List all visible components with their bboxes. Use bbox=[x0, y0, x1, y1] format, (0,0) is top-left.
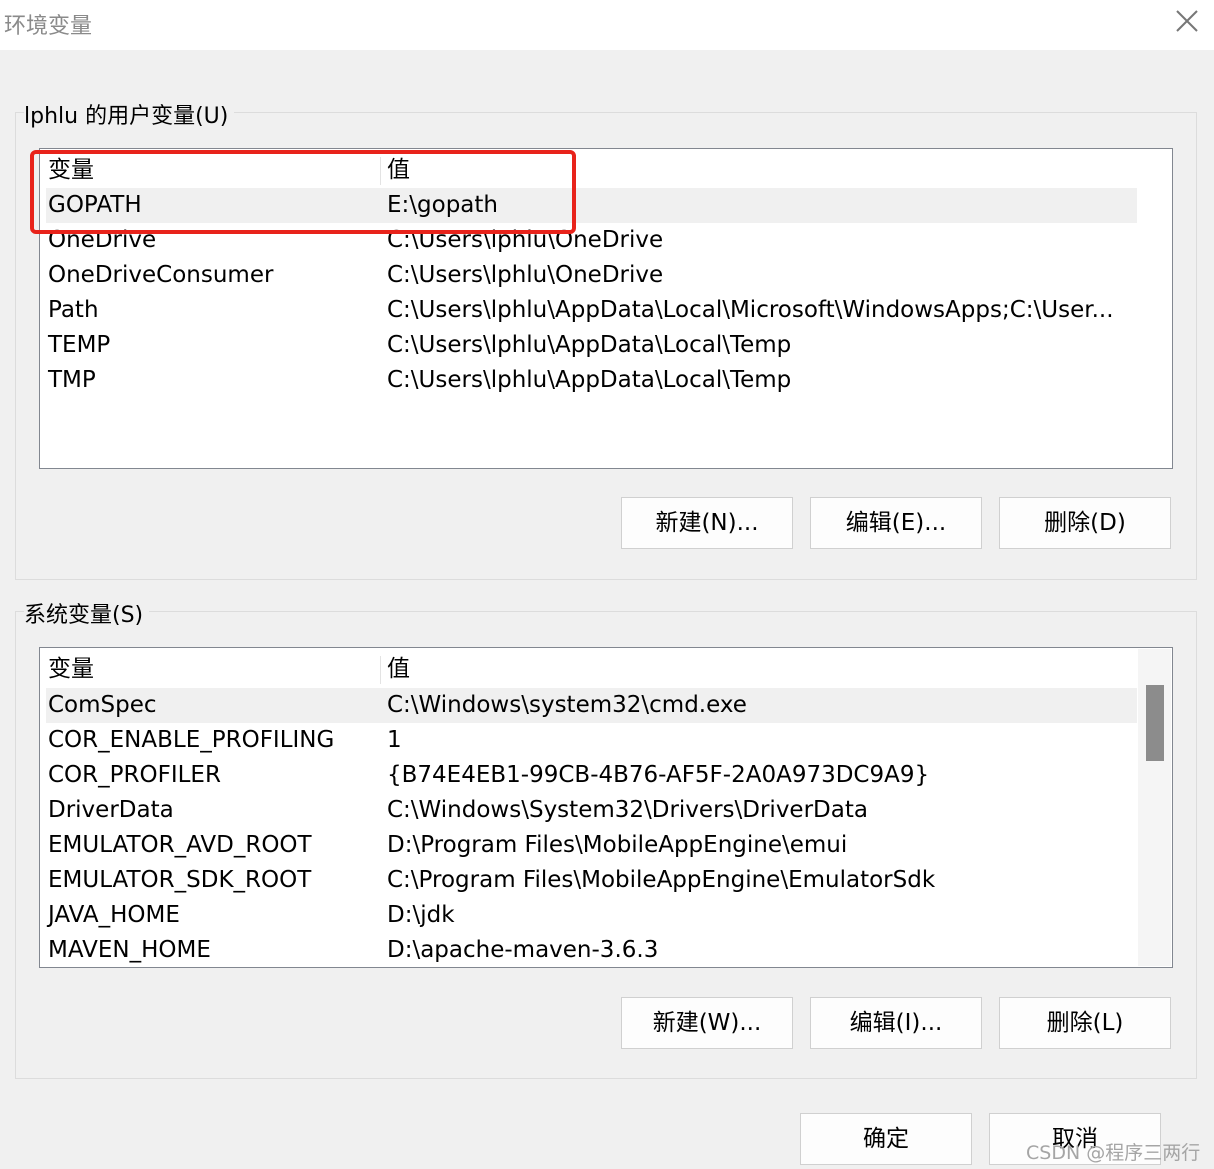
table-row[interactable]: EMULATOR_SDK_ROOT C:\Program Files\Mobil… bbox=[46, 863, 1137, 898]
table-row[interactable]: COR_ENABLE_PROFILING 1 bbox=[46, 723, 1137, 758]
table-row[interactable]: GOPATH E:\gopath bbox=[46, 188, 1137, 223]
table-row[interactable]: TMP C:\Users\lphlu\AppData\Local\Temp bbox=[46, 363, 1137, 398]
var-name: OneDriveConsumer bbox=[48, 262, 274, 288]
var-name: TMP bbox=[48, 367, 96, 393]
var-name: EMULATOR_SDK_ROOT bbox=[48, 867, 312, 893]
var-name: Path bbox=[48, 297, 99, 323]
table-row[interactable]: OneDriveConsumer C:\Users\lphlu\OneDrive bbox=[46, 258, 1137, 293]
table-row[interactable]: EMULATOR_AVD_ROOT D:\Program Files\Mobil… bbox=[46, 828, 1137, 863]
var-value: {B74E4EB1-99CB-4B76-AF5F-2A0A973DC9A9} bbox=[387, 762, 930, 788]
var-name: OneDrive bbox=[48, 227, 157, 253]
system-vars-label: 系统变量(S) bbox=[24, 597, 150, 629]
user-edit-button[interactable]: 编辑(E)... bbox=[810, 497, 982, 549]
var-name: TEMP bbox=[48, 332, 111, 358]
ok-button[interactable]: 确定 bbox=[800, 1113, 972, 1165]
table-row[interactable]: DriverData C:\Windows\System32\Drivers\D… bbox=[46, 793, 1137, 828]
list-header[interactable]: 变量 值 bbox=[46, 652, 1137, 687]
user-vars-label: lphlu 的用户变量(U) bbox=[24, 98, 235, 130]
var-value: D:\apache-maven-3.6.3 bbox=[387, 937, 659, 963]
system-delete-button[interactable]: 删除(L) bbox=[999, 997, 1171, 1049]
column-divider[interactable] bbox=[380, 157, 381, 185]
column-divider[interactable] bbox=[380, 656, 381, 684]
system-edit-button[interactable]: 编辑(I)... bbox=[810, 997, 982, 1049]
user-vars-list[interactable]: 变量 值 GOPATH E:\gopath OneDrive C:\Users\… bbox=[39, 148, 1173, 469]
var-value: C:\Windows\System32\Drivers\DriverData bbox=[387, 797, 868, 823]
user-new-button[interactable]: 新建(N)... bbox=[621, 497, 793, 549]
vertical-scrollbar[interactable] bbox=[1138, 649, 1171, 966]
table-row[interactable]: JAVA_HOME D:\jdk bbox=[46, 898, 1137, 933]
var-name: GOPATH bbox=[48, 192, 142, 218]
system-new-button[interactable]: 新建(W)... bbox=[621, 997, 793, 1049]
table-row[interactable]: MAVEN_HOME D:\apache-maven-3.6.3 bbox=[46, 933, 1137, 967]
var-value: C:\Windows\system32\cmd.exe bbox=[387, 692, 747, 718]
var-name: COR_ENABLE_PROFILING bbox=[48, 727, 335, 753]
column-header-value[interactable]: 值 bbox=[387, 652, 410, 687]
var-name: ComSpec bbox=[48, 692, 157, 718]
var-name: JAVA_HOME bbox=[48, 902, 180, 928]
var-value: 1 bbox=[387, 727, 402, 753]
var-name: COR_PROFILER bbox=[48, 762, 221, 788]
var-value: C:\Program Files\MobileAppEngine\Emulato… bbox=[387, 867, 936, 893]
var-value: C:\Users\lphlu\OneDrive bbox=[387, 262, 664, 288]
scrollbar-thumb[interactable] bbox=[1146, 685, 1164, 761]
var-value: C:\Users\lphlu\AppData\Local\Temp bbox=[387, 332, 792, 358]
system-vars-list[interactable]: 变量 值 ComSpec C:\Windows\system32\cmd.exe… bbox=[39, 647, 1173, 968]
table-row[interactable]: COR_PROFILER {B74E4EB1-99CB-4B76-AF5F-2A… bbox=[46, 758, 1137, 793]
var-name: DriverData bbox=[48, 797, 174, 823]
table-row[interactable]: ComSpec C:\Windows\system32\cmd.exe bbox=[46, 688, 1137, 723]
column-header-name[interactable]: 变量 bbox=[48, 652, 94, 687]
var-value: C:\Users\lphlu\AppData\Local\Microsoft\W… bbox=[387, 297, 1114, 323]
var-value: D:\jdk bbox=[387, 902, 455, 928]
table-row[interactable]: OneDrive C:\Users\lphlu\OneDrive bbox=[46, 223, 1137, 258]
var-value: C:\Users\lphlu\OneDrive bbox=[387, 227, 664, 253]
var-value: E:\gopath bbox=[387, 192, 498, 218]
var-name: EMULATOR_AVD_ROOT bbox=[48, 832, 312, 858]
window-title: 环境变量 bbox=[4, 14, 93, 39]
var-name: MAVEN_HOME bbox=[48, 937, 211, 963]
list-header[interactable]: 变量 值 bbox=[46, 153, 1137, 188]
table-row[interactable]: TEMP C:\Users\lphlu\AppData\Local\Temp bbox=[46, 328, 1137, 363]
table-row[interactable]: Path C:\Users\lphlu\AppData\Local\Micros… bbox=[46, 293, 1137, 328]
column-header-value[interactable]: 值 bbox=[387, 153, 410, 188]
close-icon[interactable] bbox=[1174, 8, 1200, 34]
user-delete-button[interactable]: 删除(D) bbox=[999, 497, 1171, 549]
watermark: CSDN @程序三两行 bbox=[1026, 1142, 1201, 1164]
var-value: D:\Program Files\MobileAppEngine\emui bbox=[387, 832, 848, 858]
title-bar: 环境变量 bbox=[0, 0, 1214, 50]
column-header-name[interactable]: 变量 bbox=[48, 153, 94, 188]
var-value: C:\Users\lphlu\AppData\Local\Temp bbox=[387, 367, 792, 393]
